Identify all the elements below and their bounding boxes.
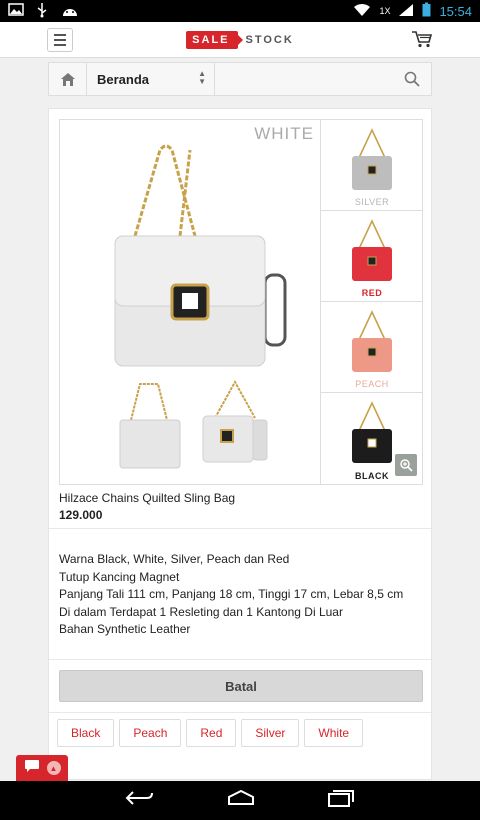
thumbnail-silver[interactable]: SILVER [321, 120, 423, 211]
product-card: WHITE SILVER RED PEACH BLACK Hilzace Cha… [48, 108, 432, 780]
signal-icon [398, 3, 414, 20]
logo-sale-text: SALE [186, 30, 243, 49]
system-nav-bar [0, 781, 480, 820]
product-gallery: WHITE SILVER RED PEACH BLACK [59, 119, 423, 485]
bag-side-view-image[interactable] [195, 378, 275, 478]
clock: 15:54 [439, 3, 472, 19]
color-thumbnails: SILVER RED PEACH BLACK [320, 120, 423, 484]
divider [49, 659, 431, 660]
variant-button-red[interactable]: Red [186, 719, 237, 747]
variant-button-white[interactable]: White [304, 719, 364, 747]
description-line: Bahan Synthetic Leather [59, 622, 191, 637]
bag-back-view-image[interactable] [110, 378, 190, 478]
variant-buttons: Black Peach Red Silver White [57, 719, 364, 747]
app-bar: SALE STOCK [0, 22, 480, 58]
hamburger-menu-icon[interactable] [47, 28, 73, 52]
product-price: 129.000 [59, 508, 103, 522]
logo-stock-text: STOCK [245, 33, 294, 46]
back-icon[interactable] [125, 790, 155, 811]
description-line: Di dalam Terdapat 1 Resleting dan 1 Kant… [59, 604, 343, 619]
variant-button-black[interactable]: Black [57, 719, 115, 747]
search-icon[interactable] [393, 63, 431, 95]
thumbnail-label: PEACH [355, 379, 389, 389]
variant-button-peach[interactable]: Peach [119, 719, 182, 747]
usb-icon [36, 2, 48, 21]
network-type: 1X [379, 6, 391, 16]
battery-icon [422, 2, 431, 20]
white-bag-image [114, 144, 287, 367]
divider [49, 528, 431, 529]
main-color-label: WHITE [254, 124, 314, 143]
cart-icon[interactable] [411, 30, 433, 53]
status-bar: 1X 15:54 [0, 0, 480, 22]
description-line: Warna Black, White, Silver, Peach dan Re… [59, 552, 290, 566]
chevron-up-icon[interactable]: ▲ [46, 761, 61, 775]
thumbnail-label: RED [361, 288, 383, 298]
product-title: Hilzace Chains Quilted Sling Bag [59, 491, 236, 505]
chat-widget[interactable]: ▲ [16, 755, 68, 781]
cancel-button[interactable]: Batal [59, 670, 423, 702]
category-select-value: Beranda [97, 71, 150, 87]
sale-stock-logo[interactable]: SALE STOCK [186, 30, 294, 49]
variant-button-silver[interactable]: Silver [241, 719, 300, 747]
category-select[interactable]: Beranda ▲ ▼ [87, 63, 215, 95]
thumbnail-red[interactable]: RED [321, 211, 423, 302]
category-nav: Beranda ▲ ▼ [48, 62, 432, 96]
main-product-image[interactable]: WHITE [60, 120, 320, 372]
thumbnail-label: BLACK [355, 471, 389, 481]
thumbnail-peach[interactable]: PEACH [321, 302, 423, 393]
zoom-icon[interactable] [395, 454, 417, 476]
select-arrows-icon: ▲ ▼ [198, 69, 206, 86]
divider [49, 712, 431, 713]
description-line: Tutup Kancing Magnet [59, 569, 180, 584]
description-line: Panjang Tali 111 cm, Panjang 18 cm, Ting… [59, 587, 404, 602]
gallery-icon [8, 3, 24, 19]
home-icon[interactable] [49, 63, 87, 95]
wifi-icon [353, 3, 371, 20]
recent-apps-icon[interactable] [327, 789, 355, 812]
chat-bubble-icon [24, 759, 40, 778]
product-description: Warna Black, White, Silver, Peach dan Re… [59, 551, 403, 639]
android-icon [60, 3, 80, 20]
home-button-icon[interactable] [226, 789, 256, 811]
thumbnail-black[interactable]: BLACK [321, 393, 423, 484]
thumbnail-label: SILVER [354, 197, 390, 207]
